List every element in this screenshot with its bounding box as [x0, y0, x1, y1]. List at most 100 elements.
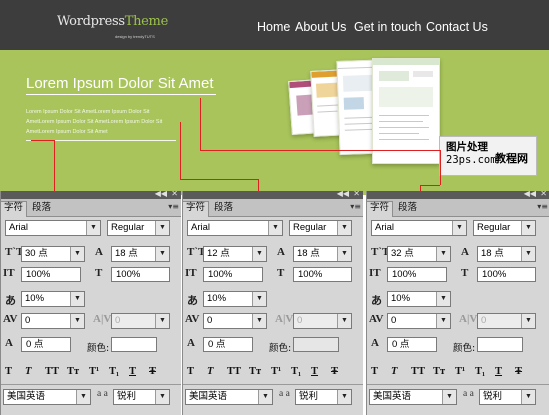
antialias-select[interactable]: 锐利 ▼	[479, 389, 536, 405]
faux-italic-button[interactable]: T	[391, 366, 397, 377]
chevron-down-icon: ▼	[86, 221, 100, 235]
panel-tabs: 字符 段落 ▾≡	[1, 199, 181, 217]
tab-character[interactable]: 字符	[183, 201, 210, 217]
collapse-icon[interactable]: ◀◀	[337, 191, 349, 198]
panel-divider	[1, 384, 181, 385]
leading-icon: A	[277, 246, 285, 258]
vertical-scale-input[interactable]: 100%	[387, 267, 447, 282]
faux-bold-button[interactable]: T	[187, 366, 194, 377]
nav-get-in-touch[interactable]: Get in touch	[354, 20, 421, 34]
font-size-select[interactable]: 12 点 ▼	[203, 246, 267, 262]
tsume-select[interactable]: 10% ▼	[21, 291, 85, 307]
color-swatch[interactable]	[293, 337, 339, 352]
strikethrough-button[interactable]: Ŧ	[331, 366, 338, 377]
character-panel-3: ◀◀ ✕ 字符 段落 ▾≡ Arial ▼ Regular ▼ T`T 32 点 ▼ A 18 点 ▼ IT 1…	[366, 191, 549, 415]
leading-select[interactable]: 18 点 ▼	[477, 246, 536, 262]
font-family-select[interactable]: Arial ▼	[371, 220, 467, 236]
chevron-down-icon: ▼	[76, 390, 90, 404]
baseline-shift-input[interactable]: 0 点	[387, 337, 437, 352]
color-swatch[interactable]	[111, 337, 157, 352]
nav-about-us[interactable]: About Us	[295, 20, 346, 34]
tab-character[interactable]: 字符	[1, 201, 28, 217]
collapse-icon[interactable]: ◀◀	[524, 191, 536, 198]
strikethrough-button[interactable]: Ŧ	[515, 366, 522, 377]
kerning-select[interactable]: 0 ▼	[21, 313, 85, 329]
antialias-select[interactable]: 锐利 ▼	[295, 389, 352, 405]
all-caps-button[interactable]: TT	[227, 366, 241, 377]
font-size-select[interactable]: 32 点 ▼	[387, 246, 451, 262]
chevron-down-icon: ▼	[155, 390, 169, 404]
small-caps-button[interactable]: Tт	[433, 366, 445, 377]
font-family-select[interactable]: Arial ▼	[187, 220, 283, 236]
underline-button[interactable]: T	[495, 366, 502, 377]
leading-select[interactable]: 18 点 ▼	[293, 246, 352, 262]
color-swatch[interactable]	[477, 337, 523, 352]
collapse-icon[interactable]: ◀◀	[155, 191, 167, 198]
panel-titlebar[interactable]: ◀◀ ✕	[183, 191, 363, 199]
faux-bold-button[interactable]: T	[5, 366, 12, 377]
horizontal-scale-input[interactable]: 100%	[477, 267, 536, 282]
baseline-shift-input[interactable]: 0 点	[203, 337, 253, 352]
panel-titlebar[interactable]: ◀◀ ✕	[1, 191, 181, 199]
close-icon[interactable]: ✕	[171, 191, 178, 198]
character-panel-1: ◀◀ ✕ 字符 段落 ▾≡ Arial ▼ Regular ▼ T`T 30 点 ▼ A 18 点 ▼ IT 1…	[0, 191, 181, 415]
small-caps-button[interactable]: Tт	[67, 366, 79, 377]
superscript-button[interactable]: T¹	[271, 366, 281, 377]
vertical-scale-input[interactable]: 100%	[203, 267, 263, 282]
subscript-button[interactable]: T₁	[109, 366, 119, 377]
panel-menu-icon[interactable]: ▾≡	[350, 202, 361, 211]
subscript-button[interactable]: T₁	[291, 366, 301, 377]
logo-subtitle: design by trendyTUTS	[115, 34, 155, 39]
kerning-select[interactable]: 0 ▼	[203, 313, 267, 329]
tracking-icon: A|V	[93, 313, 112, 325]
underline-button[interactable]: T	[311, 366, 318, 377]
panel-titlebar[interactable]: ◀◀ ✕	[367, 191, 549, 199]
baseline-shift-input[interactable]: 0 点	[21, 337, 71, 352]
language-select[interactable]: 美国英语 ▼	[3, 389, 91, 405]
underline-button[interactable]: T	[129, 366, 136, 377]
strikethrough-button[interactable]: Ŧ	[149, 366, 156, 377]
all-caps-button[interactable]: TT	[45, 366, 59, 377]
panel-menu-icon[interactable]: ▾≡	[168, 202, 179, 211]
font-size-select[interactable]: 30 点 ▼	[21, 246, 85, 262]
superscript-button[interactable]: T¹	[455, 366, 465, 377]
nav-home[interactable]: Home	[257, 20, 290, 34]
antialias-select[interactable]: 锐利 ▼	[113, 389, 170, 405]
kerning-select[interactable]: 0 ▼	[387, 313, 451, 329]
close-icon[interactable]: ✕	[540, 191, 547, 198]
faux-italic-button[interactable]: T	[25, 366, 31, 377]
font-style-select[interactable]: Regular ▼	[289, 220, 352, 236]
leading-icon: A	[95, 246, 103, 258]
vertical-scale-input[interactable]: 100%	[21, 267, 81, 282]
faux-bold-button[interactable]: T	[371, 366, 378, 377]
font-style-select[interactable]: Regular ▼	[473, 220, 536, 236]
tab-paragraph[interactable]: 段落	[29, 202, 55, 215]
preview-image-4	[372, 58, 440, 164]
language-select[interactable]: 美国英语 ▼	[185, 389, 273, 405]
chevron-down-icon: ▼	[155, 314, 169, 328]
subscript-button[interactable]: T₁	[475, 366, 485, 377]
panel-menu-icon[interactable]: ▾≡	[537, 202, 548, 211]
close-icon[interactable]: ✕	[353, 191, 360, 198]
tab-paragraph[interactable]: 段落	[211, 202, 237, 215]
superscript-button[interactable]: T¹	[89, 366, 99, 377]
faux-italic-button[interactable]: T	[207, 366, 213, 377]
small-caps-button[interactable]: Tт	[249, 366, 261, 377]
logo-accent: Theme	[124, 14, 169, 29]
chevron-down-icon: ▼	[252, 292, 266, 306]
horizontal-scale-input[interactable]: 100%	[111, 267, 170, 282]
nav-contact-us[interactable]: Contact Us	[426, 20, 488, 34]
all-caps-button[interactable]: TT	[411, 366, 425, 377]
chevron-down-icon: ▼	[155, 221, 169, 235]
site-logo[interactable]: WordpressTheme	[57, 14, 168, 29]
leading-select[interactable]: 18 点 ▼	[111, 246, 170, 262]
tab-character[interactable]: 字符	[367, 201, 394, 217]
tsume-select[interactable]: 10% ▼	[387, 291, 451, 307]
watermark-text-3: 教程网	[495, 152, 528, 165]
font-family-select[interactable]: Arial ▼	[5, 220, 101, 236]
language-select[interactable]: 美国英语 ▼	[369, 389, 457, 405]
horizontal-scale-input[interactable]: 100%	[293, 267, 352, 282]
font-style-select[interactable]: Regular ▼	[107, 220, 170, 236]
tab-paragraph[interactable]: 段落	[395, 202, 421, 215]
tsume-select[interactable]: 10% ▼	[203, 291, 267, 307]
